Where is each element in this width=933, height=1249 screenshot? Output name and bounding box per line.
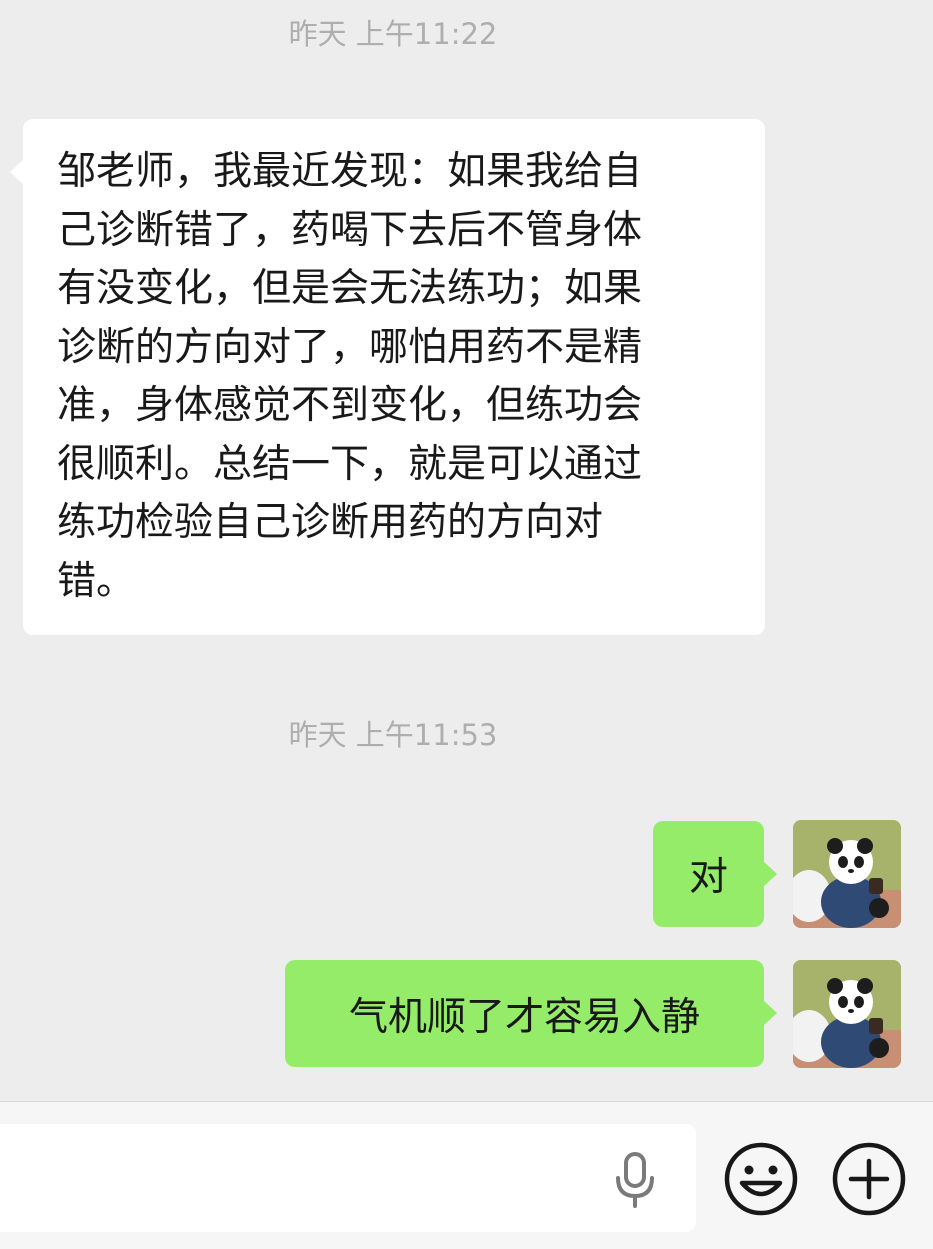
message-line: 错。 xyxy=(57,558,136,604)
message-line: 邹老师，我最近发现：如果我给自 xyxy=(57,149,643,194)
plus-circle-icon[interactable] xyxy=(831,1141,907,1217)
message-input[interactable] xyxy=(0,1124,696,1232)
message-text: 气机顺了才容易入静 xyxy=(348,994,700,1040)
incoming-message-bubble[interactable]: 邹老师，我最近发现：如果我给自 己诊断错了，药喝下去后不管身体 有没变化，但是会… xyxy=(10,119,765,635)
input-bar xyxy=(0,1101,933,1249)
message-line: 练功检验自己诊断用药的方向对 xyxy=(57,500,604,545)
avatar[interactable] xyxy=(793,820,901,928)
message-timestamp: 昨天 上午11:22 xyxy=(288,17,498,51)
outgoing-message-bubble[interactable]: 气机顺了才容易入静 xyxy=(285,960,777,1067)
message-line: 诊断的方向对了，哪怕用药不是精 xyxy=(57,324,643,370)
message-line: 己诊断错了，药喝下去后不管身体 xyxy=(57,207,643,253)
panda-avatar-image xyxy=(793,820,901,928)
avatar[interactable] xyxy=(793,960,901,1068)
message-timestamp: 昨天 上午11:53 xyxy=(288,718,498,752)
message-text: 对 xyxy=(688,855,728,900)
microphone-icon[interactable] xyxy=(610,1152,660,1208)
message-text: 邹老师，我最近发现：如果我给自 己诊断错了，药喝下去后不管身体 有没变化，但是会… xyxy=(57,143,765,611)
message-line: 很顺利。总结一下，就是可以通过 xyxy=(57,441,643,487)
outgoing-message-bubble[interactable]: 对 xyxy=(653,821,777,927)
message-line: 准，身体感觉不到变化，但练功会 xyxy=(57,383,643,428)
smiley-face-icon[interactable] xyxy=(723,1141,799,1217)
message-line: 有没变化，但是会无法练功；如果 xyxy=(57,266,643,311)
panda-avatar-image xyxy=(793,960,901,1068)
